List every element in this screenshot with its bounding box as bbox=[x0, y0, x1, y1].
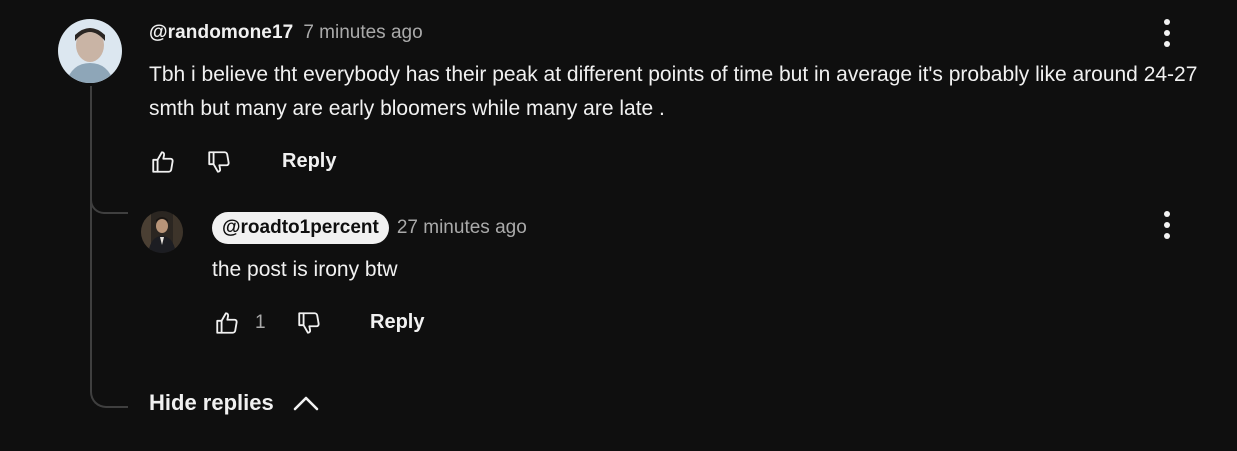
comment-dislike-button[interactable] bbox=[204, 147, 234, 177]
replier-avatar[interactable] bbox=[141, 211, 183, 253]
comment-text: Tbh i believe tht everybody has their pe… bbox=[149, 63, 1198, 120]
reply-more-button[interactable] bbox=[1157, 211, 1177, 239]
reply-dislike-button[interactable] bbox=[294, 308, 324, 338]
comment-more-button[interactable] bbox=[1157, 19, 1177, 47]
reply-connector bbox=[90, 196, 128, 214]
comment-timestamp[interactable]: 7 minutes ago bbox=[303, 22, 422, 44]
more-vert-icon bbox=[1164, 19, 1170, 25]
reply-reply-button[interactable]: Reply bbox=[370, 311, 424, 334]
thumbs-down-icon bbox=[208, 151, 230, 173]
reply-author-chip[interactable]: @roadto1percent bbox=[212, 212, 389, 244]
thread-line bbox=[90, 86, 92, 386]
more-vert-icon bbox=[1164, 211, 1170, 217]
thumbs-up-icon bbox=[216, 312, 238, 334]
thumbs-up-icon bbox=[152, 151, 174, 173]
hide-replies-label: Hide replies bbox=[149, 390, 274, 415]
reply-like-button[interactable] bbox=[212, 308, 242, 338]
commenter-avatar[interactable] bbox=[58, 19, 122, 83]
comment-author[interactable]: @randomone17 bbox=[149, 22, 293, 44]
comment-like-button[interactable] bbox=[148, 147, 178, 177]
thumbs-down-icon bbox=[298, 312, 320, 334]
reply-text: the post is irony btw bbox=[212, 258, 398, 281]
reply-timestamp[interactable]: 27 minutes ago bbox=[397, 217, 527, 239]
comment-reply-button[interactable]: Reply bbox=[282, 150, 336, 173]
reply-like-count: 1 bbox=[255, 312, 266, 333]
hide-replies-connector bbox=[90, 378, 128, 408]
chevron-up-icon bbox=[293, 396, 319, 411]
hide-replies-button[interactable]: Hide replies bbox=[149, 390, 320, 416]
